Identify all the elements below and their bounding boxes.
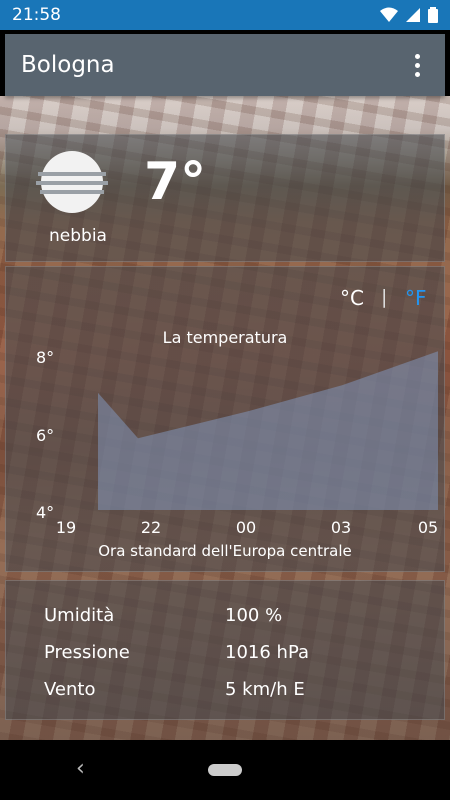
x-tick-label: 22 (140, 518, 162, 537)
signal-icon (406, 8, 420, 22)
status-time: 21:58 (12, 5, 61, 25)
y-tick-label: 6° (36, 426, 55, 445)
x-tick-label: 00 (235, 518, 257, 537)
pressure-value: 1016 hPa (225, 642, 310, 663)
x-axis-label: Ora standard dell'Europa centrale (98, 542, 352, 560)
fahrenheit-toggle[interactable]: °F (405, 286, 427, 310)
city-title: Bologna (21, 52, 115, 78)
battery-icon (428, 7, 438, 23)
x-tick-label: 05 (417, 518, 439, 537)
pressure-label: Pressione (44, 642, 130, 663)
wind-value: 5 km/h E (225, 679, 305, 700)
current-temperature: 7° (144, 152, 207, 212)
wifi-icon (380, 7, 398, 22)
status-icons (380, 7, 438, 23)
x-tick-label: 03 (330, 518, 352, 537)
home-button[interactable] (208, 764, 242, 776)
chart-title: La temperatura (162, 328, 288, 347)
humidity-label: Umidità (44, 605, 115, 626)
fog-icon (36, 151, 108, 213)
status-bar: 21:58 (0, 0, 450, 30)
y-tick-label: 8° (36, 348, 55, 367)
app-bar: Bologna (5, 34, 445, 96)
overflow-menu-icon[interactable] (405, 50, 429, 80)
condition-label: nebbia (49, 226, 107, 246)
unit-separator: | (381, 286, 388, 308)
wind-label: Vento (44, 679, 96, 700)
x-tick-label: 19 (55, 518, 77, 537)
humidity-value: 100 % (225, 605, 283, 626)
back-icon[interactable]: ‹ (76, 756, 85, 781)
celsius-toggle[interactable]: °C (340, 286, 364, 310)
